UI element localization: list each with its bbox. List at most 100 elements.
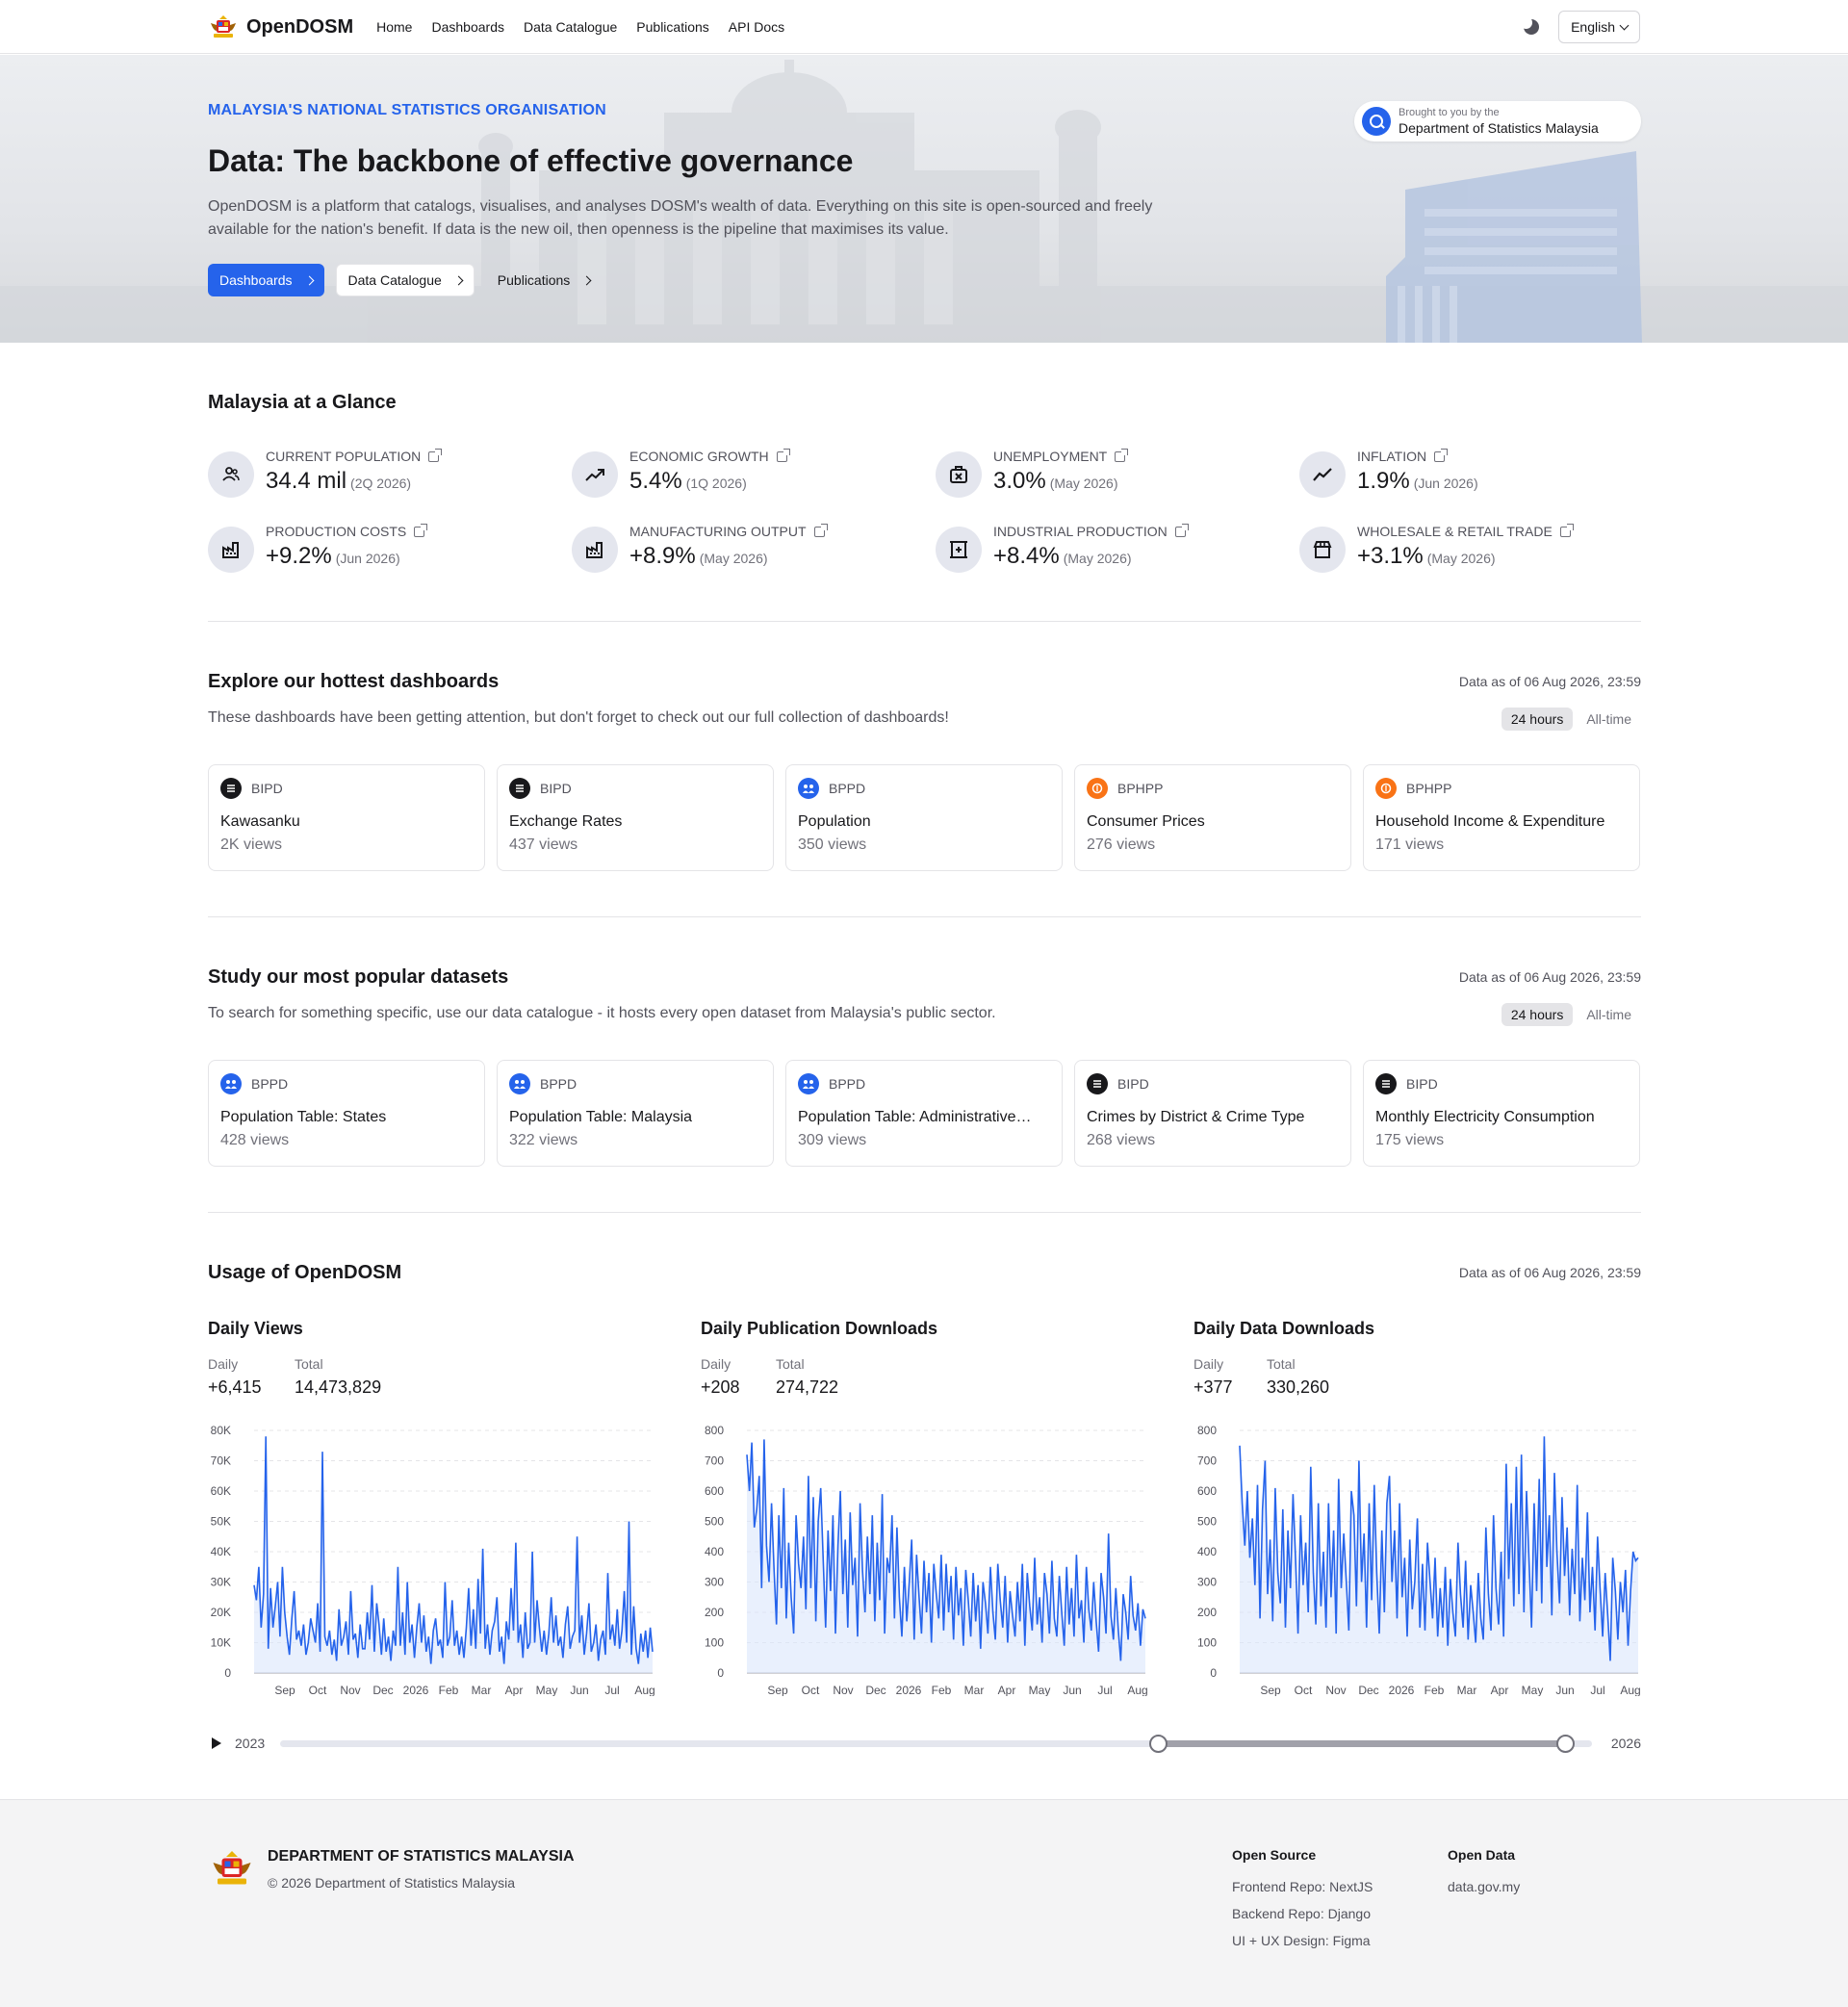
stat-current-population[interactable]: Current Population 34.4 mil (2Q 2026): [208, 446, 554, 503]
brand-logo[interactable]: OpenDOSM: [208, 13, 353, 40]
external-link-icon[interactable]: [428, 448, 443, 462]
nav-link-home[interactable]: Home: [376, 19, 412, 35]
y-tick-label: 200: [705, 1606, 724, 1619]
brought-by-badge[interactable]: Brought to you by the Department of Stat…: [1354, 101, 1641, 142]
slider-track[interactable]: [280, 1735, 1592, 1753]
card-title: Population Table: Administrative…: [798, 1109, 1032, 1125]
footer-link-frontend[interactable]: Frontend Repo: NextJS: [1232, 1873, 1373, 1900]
y-tick-label: 500: [705, 1515, 724, 1529]
datasets-asof: Data as of 06 Aug 2026, 23:59: [1458, 969, 1641, 985]
dashboard-card[interactable]: BIPD Exchange Rates 437 views: [497, 764, 774, 871]
y-tick-label: 700: [1197, 1454, 1217, 1468]
toggle-all-time[interactable]: All-time: [1577, 1003, 1641, 1026]
glance-title: Malaysia at a Glance: [208, 392, 397, 413]
dataset-card[interactable]: BPPD Population Table: Administrative… 3…: [785, 1060, 1063, 1167]
slider-thumb-start[interactable]: [1149, 1735, 1168, 1753]
y-tick-label: 600: [1197, 1484, 1217, 1498]
brought-by-org-name: Department of Statistics Malaysia: [1399, 119, 1599, 136]
line-chart: 0 10K 20K 30K 40K 50K 60K 70K 80K Sep Oct Nov Dec 202…: [211, 1424, 655, 1696]
datasets-section-title: Study our most popular datasets: [208, 966, 509, 988]
external-link-icon[interactable]: [1174, 523, 1189, 537]
card-views: 428 views: [220, 1132, 290, 1148]
card-agency: BPPD: [829, 781, 866, 796]
play-icon[interactable]: [212, 1737, 221, 1749]
footer-link-design[interactable]: UI + UX Design: Figma: [1232, 1927, 1373, 1954]
nav-link-dashboards[interactable]: Dashboards: [431, 19, 504, 35]
x-tick-label: Apr: [505, 1684, 524, 1696]
dataset-card[interactable]: BPPD Population Table: Malaysia 322 view…: [497, 1060, 774, 1167]
dashboards-button[interactable]: Dashboards: [208, 264, 324, 296]
store-icon: [1299, 527, 1346, 573]
dashboard-card[interactable]: BIPD Kawasanku 2K views: [208, 764, 485, 871]
malaysia-crest-icon: [211, 15, 236, 38]
hero-kicker: MALAYSIA'S NATIONAL STATISTICS ORGANISAT…: [208, 102, 606, 118]
dashboard-card[interactable]: BPHPP Consumer Prices 276 views: [1074, 764, 1351, 871]
external-link-icon[interactable]: [1434, 448, 1449, 462]
daily-views-chart: Daily Views Daily Total +6,415 14,473,82…: [208, 1319, 660, 1704]
agency-logo-icon: [220, 1073, 242, 1094]
data-catalogue-button[interactable]: Data Catalogue: [335, 264, 475, 296]
stat-period: (Jun 2026): [1413, 476, 1478, 491]
total-value: 330,260: [1267, 1377, 1330, 1397]
card-views: 2K views: [220, 836, 283, 853]
y-tick-label: 50K: [211, 1515, 231, 1529]
x-tick-label: Mar: [472, 1684, 492, 1696]
stat-unemployment[interactable]: Unemployment 3.0% (May 2026): [936, 446, 1282, 503]
x-tick-label: May: [1522, 1684, 1544, 1696]
slider-start-label: 2023: [235, 1736, 266, 1751]
footer-link-backend[interactable]: Backend Repo: Django: [1232, 1900, 1373, 1927]
language-select[interactable]: English: [1558, 11, 1640, 43]
stat-wholesale-retail-trade[interactable]: Wholesale & Retail Trade +3.1% (May 2026): [1299, 521, 1646, 579]
moon-icon[interactable]: [1520, 16, 1540, 35]
external-link-icon[interactable]: [1115, 448, 1129, 462]
daily-publication-downloads-chart: Daily Publication Downloads Daily Total …: [701, 1319, 1153, 1704]
dashboard-card[interactable]: BPHPP Household Income & Expenditure 171…: [1363, 764, 1640, 871]
stat-label: Wholesale & Retail Trade: [1357, 524, 1553, 539]
x-tick-label: May: [536, 1684, 558, 1696]
nav-link-api-docs[interactable]: API Docs: [729, 19, 784, 35]
dataset-card[interactable]: BIPD Monthly Electricity Consumption 175…: [1363, 1060, 1640, 1167]
toggle-24-hours[interactable]: 24 hours: [1501, 1003, 1574, 1026]
slider-thumb-end[interactable]: [1555, 1735, 1575, 1753]
chevron-down-icon: [1619, 20, 1630, 30]
stat-economic-growth[interactable]: Economic Growth 5.4% (1Q 2026): [572, 446, 918, 503]
dashboards-section-title: Explore our hottest dashboards: [208, 671, 500, 692]
external-link-icon[interactable]: [1559, 523, 1574, 537]
stat-inflation[interactable]: Inflation 1.9% (Jun 2026): [1299, 446, 1646, 503]
daily-value: +377: [1194, 1377, 1233, 1397]
usage-section-title: Usage of OpenDOSM: [208, 1262, 402, 1283]
agency-logo-icon: [220, 778, 242, 799]
nav-link-publications[interactable]: Publications: [636, 19, 709, 35]
x-tick-label: Mar: [964, 1684, 985, 1696]
x-tick-label: Dec: [372, 1684, 393, 1696]
toggle-all-time[interactable]: All-time: [1577, 708, 1641, 731]
y-tick-label: 800: [1197, 1424, 1217, 1437]
dataset-card[interactable]: BIPD Crimes by District & Crime Type 268…: [1074, 1060, 1351, 1167]
external-link-icon[interactable]: [813, 523, 828, 537]
nav-link-data-catalogue[interactable]: Data Catalogue: [524, 19, 617, 35]
dashboard-card[interactable]: BPPD Population 350 views: [785, 764, 1063, 871]
x-tick-label: Sep: [767, 1684, 788, 1696]
footer-link-data-gov[interactable]: data.gov.my: [1448, 1873, 1520, 1900]
hero-banner: MALAYSIA'S NATIONAL STATISTICS ORGANISAT…: [0, 55, 1848, 343]
card-views: 350 views: [798, 836, 867, 853]
stat-production-costs[interactable]: Production Costs +9.2% (Jun 2026): [208, 521, 554, 579]
users-icon: [208, 451, 254, 498]
x-tick-label: Oct: [1295, 1684, 1313, 1696]
card-title: Population Table: States: [220, 1109, 387, 1125]
publications-button[interactable]: Publications: [486, 264, 603, 296]
total-label: Total: [776, 1356, 805, 1372]
dataset-card[interactable]: BPPD Population Table: States 428 views: [208, 1060, 485, 1167]
card-title: Household Income & Expenditure: [1375, 813, 1605, 830]
dashboards-button-label: Dashboards: [219, 272, 293, 288]
dataset-cards: BPPD Population Table: States 428 views …: [208, 1060, 1641, 1167]
dashboard-cards: BIPD Kawasanku 2K views BIPD Exchange Ra…: [208, 764, 1641, 871]
external-link-icon[interactable]: [776, 448, 790, 462]
toggle-24-hours[interactable]: 24 hours: [1501, 708, 1574, 731]
stat-industrial-production[interactable]: Industrial Production +8.4% (May 2026): [936, 521, 1282, 579]
x-tick-label: 2026: [1389, 1684, 1415, 1696]
stat-manufacturing-output[interactable]: Manufacturing Output +8.9% (May 2026): [572, 521, 918, 579]
stat-period: (May 2026): [1049, 476, 1118, 491]
external-link-icon[interactable]: [414, 523, 428, 537]
stat-value: 3.0%: [993, 468, 1046, 494]
